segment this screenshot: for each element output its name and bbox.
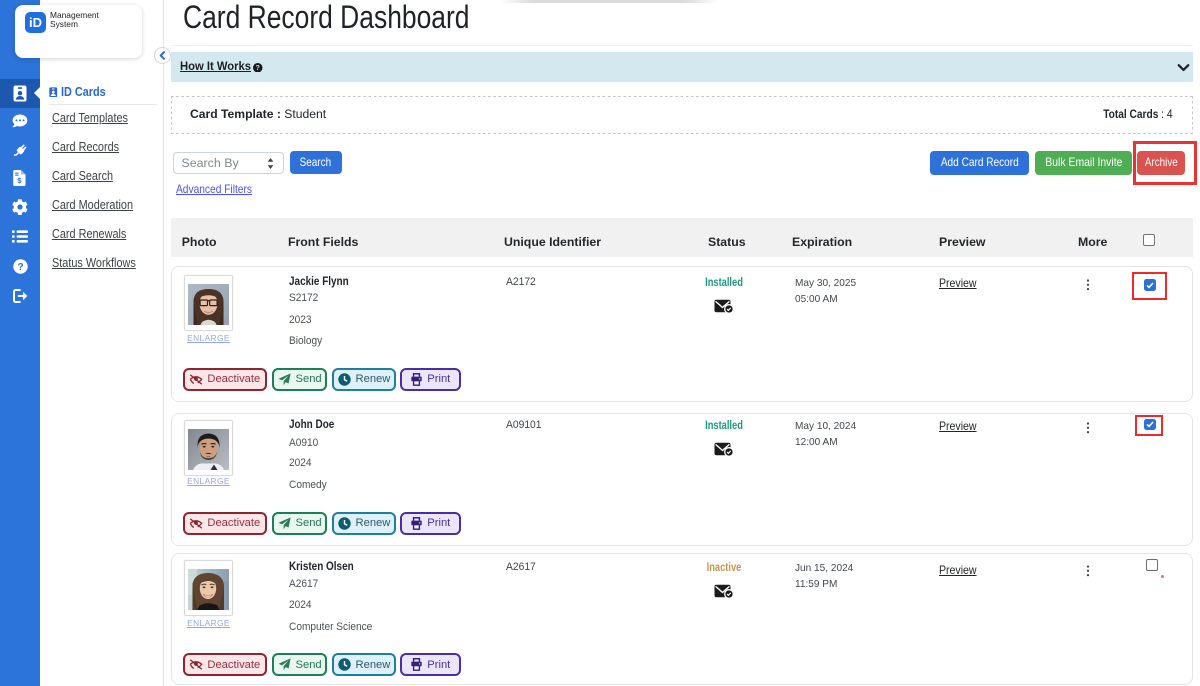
svg-text:?: ? xyxy=(256,65,260,72)
svg-text:?: ? xyxy=(17,262,23,273)
